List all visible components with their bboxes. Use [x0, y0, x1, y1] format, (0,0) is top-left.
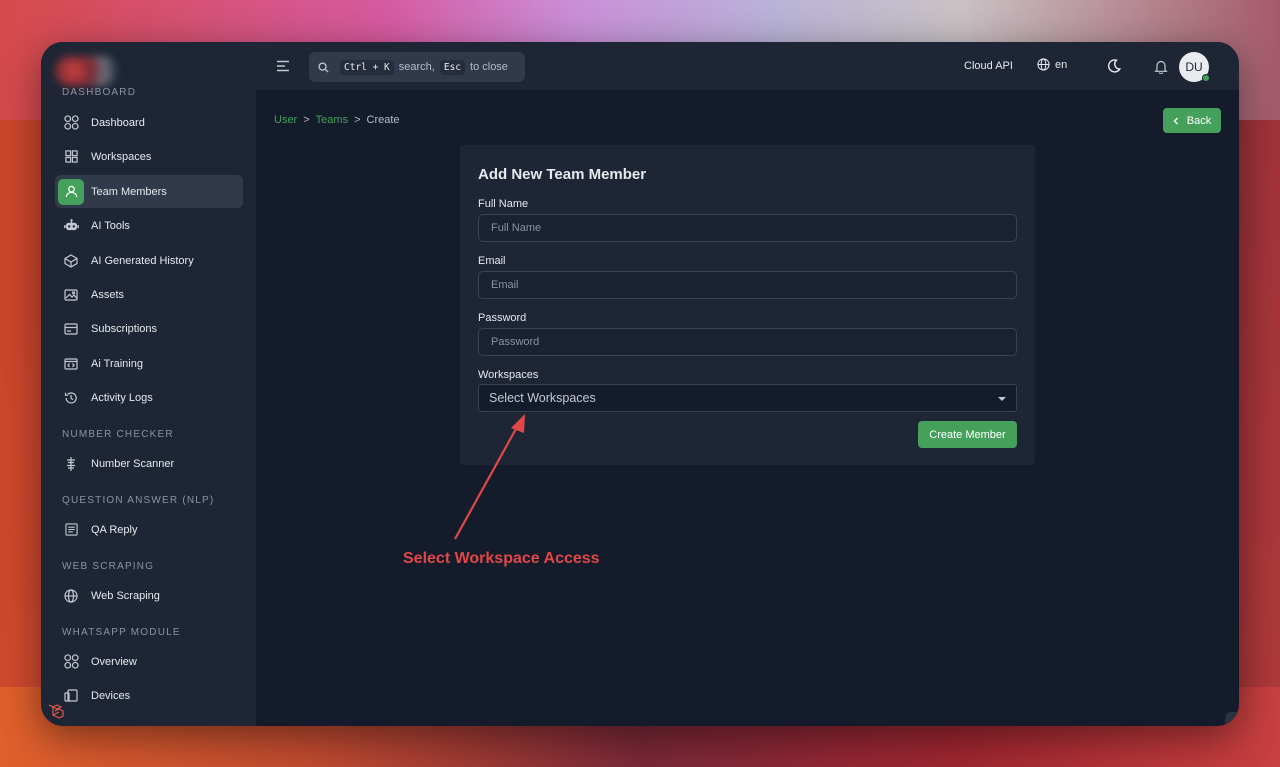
- sidebar-item-label: Ai Training: [91, 357, 143, 370]
- code-icon: [58, 351, 84, 377]
- sidebar-item-dashboard[interactable]: Dashboard: [55, 106, 243, 139]
- sidebar-item-devices[interactable]: Devices: [55, 679, 243, 712]
- section-label-web-scraping: WEB SCRAPING: [62, 561, 155, 572]
- sidebar-item-assets[interactable]: Assets: [55, 278, 243, 311]
- password-input[interactable]: [478, 328, 1017, 356]
- app-logo[interactable]: [55, 56, 117, 86]
- breadcrumb-separator: >: [303, 114, 310, 126]
- sidebar-item-qa-reply[interactable]: QA Reply: [55, 513, 243, 546]
- language-label: en: [1055, 58, 1068, 71]
- back-button-label: Back: [1186, 114, 1212, 127]
- avatar[interactable]: DU: [1179, 52, 1210, 82]
- add-member-form: Add New Team Member Full Name Email Pass…: [460, 145, 1035, 465]
- create-member-label: Create Member: [929, 428, 1006, 441]
- sidebar-item-team-members[interactable]: Team Members: [55, 175, 243, 208]
- document-icon: [58, 517, 84, 543]
- bell-icon[interactable]: [1154, 59, 1168, 74]
- section-label-dashboard: DASHBOARD: [62, 87, 137, 98]
- cube-icon: [58, 248, 84, 274]
- chevron-down-icon: [998, 397, 1006, 401]
- dashboard-icon: [58, 110, 84, 136]
- breadcrumb-user[interactable]: User: [274, 114, 297, 126]
- menu-icon[interactable]: [276, 59, 290, 73]
- scanner-icon: [58, 451, 84, 477]
- sidebar-item-label: Workspaces: [91, 150, 152, 163]
- search-hint-text: to close: [470, 61, 508, 73]
- sidebar-item-label: Assets: [91, 288, 125, 301]
- avatar-initials: DU: [1185, 60, 1203, 74]
- sidebar-item-label: Number Scanner: [91, 457, 175, 470]
- card-icon: [58, 316, 84, 342]
- sidebar-item-label: QA Reply: [91, 523, 138, 536]
- sidebar-item-label: Devices: [91, 689, 131, 702]
- sidebar-item-label: Subscriptions: [91, 322, 158, 335]
- breadcrumb: User > Teams > Create: [274, 114, 400, 126]
- history-icon: [58, 385, 84, 411]
- online-status-indicator: [1202, 74, 1210, 82]
- sidebar-item-label: Team Members: [91, 185, 167, 198]
- sidebar-item-number-scanner[interactable]: Number Scanner: [55, 447, 243, 480]
- sidebar-item-ai-training[interactable]: Ai Training: [55, 347, 243, 380]
- user-icon: [58, 178, 84, 205]
- create-member-button[interactable]: Create Member: [918, 421, 1017, 448]
- email-input[interactable]: [478, 271, 1017, 299]
- window-resize-corner[interactable]: [1225, 712, 1239, 726]
- workspaces-select[interactable]: Select Workspaces: [478, 384, 1017, 412]
- sidebar-item-overview[interactable]: Overview: [55, 645, 243, 678]
- sidebar-item-label: AI Tools: [91, 219, 130, 232]
- cloud-api-link[interactable]: Cloud API: [964, 60, 1013, 72]
- sidebar-item-ai-generated-history[interactable]: AI Generated History: [55, 244, 243, 277]
- sidebar: DASHBOARD Dashboard Workspaces Team Memb…: [41, 42, 256, 726]
- top-bar: Ctrl + K search, Esc to close Cloud API …: [256, 42, 1239, 90]
- back-button[interactable]: Back: [1163, 108, 1221, 133]
- language-selector[interactable]: en: [1037, 58, 1067, 71]
- breadcrumb-current: Create: [366, 114, 400, 126]
- app-window: DASHBOARD Dashboard Workspaces Team Memb…: [41, 42, 1239, 726]
- sidebar-item-workspaces[interactable]: Workspaces: [55, 140, 243, 173]
- sidebar-item-label: Dashboard: [91, 116, 145, 129]
- chevron-left-icon: [1173, 117, 1178, 124]
- sidebar-item-label: AI Generated History: [91, 254, 194, 267]
- shortcut-key: Ctrl + K: [340, 59, 394, 75]
- annotation-text: Select Workspace Access: [403, 550, 600, 567]
- sidebar-item-label: Web Scraping: [91, 589, 160, 602]
- search-bar[interactable]: Ctrl + K search, Esc to close: [309, 52, 525, 82]
- sidebar-item-web-scraping[interactable]: Web Scraping: [55, 579, 243, 612]
- globe-icon: [58, 583, 84, 609]
- image-icon: [58, 282, 84, 308]
- section-label-whatsapp-module: WHATSAPP MODULE: [62, 627, 181, 638]
- globe-icon: [1037, 58, 1050, 71]
- email-label: Email: [478, 255, 506, 267]
- breadcrumb-teams[interactable]: Teams: [316, 114, 348, 126]
- search-hint-text: search,: [398, 61, 435, 73]
- sidebar-item-label: Activity Logs: [91, 391, 153, 404]
- section-label-question-answer: QUESTION ANSWER (NLP): [62, 495, 215, 506]
- sidebar-item-label: Overview: [91, 655, 137, 668]
- full-name-label: Full Name: [478, 198, 529, 210]
- shortcut-key: Esc: [439, 59, 466, 75]
- full-name-input[interactable]: [478, 214, 1017, 242]
- section-label-number-checker: NUMBER CHECKER: [62, 429, 174, 440]
- laravel-icon: [48, 704, 64, 719]
- search-icon: [318, 61, 329, 73]
- sidebar-item-subscriptions[interactable]: Subscriptions: [55, 312, 243, 345]
- sidebar-item-ai-tools[interactable]: AI Tools: [55, 209, 243, 242]
- moon-icon[interactable]: [1107, 59, 1121, 73]
- grid-icon: [58, 144, 84, 170]
- form-title: Add New Team Member: [478, 166, 647, 183]
- workspaces-select-value: Select Workspaces: [489, 391, 596, 405]
- breadcrumb-separator: >: [354, 114, 361, 126]
- robot-icon: [58, 213, 84, 239]
- sidebar-item-activity-logs[interactable]: Activity Logs: [55, 381, 243, 414]
- dashboard-icon: [58, 649, 84, 675]
- workspaces-label: Workspaces: [478, 369, 539, 381]
- password-label: Password: [478, 312, 527, 324]
